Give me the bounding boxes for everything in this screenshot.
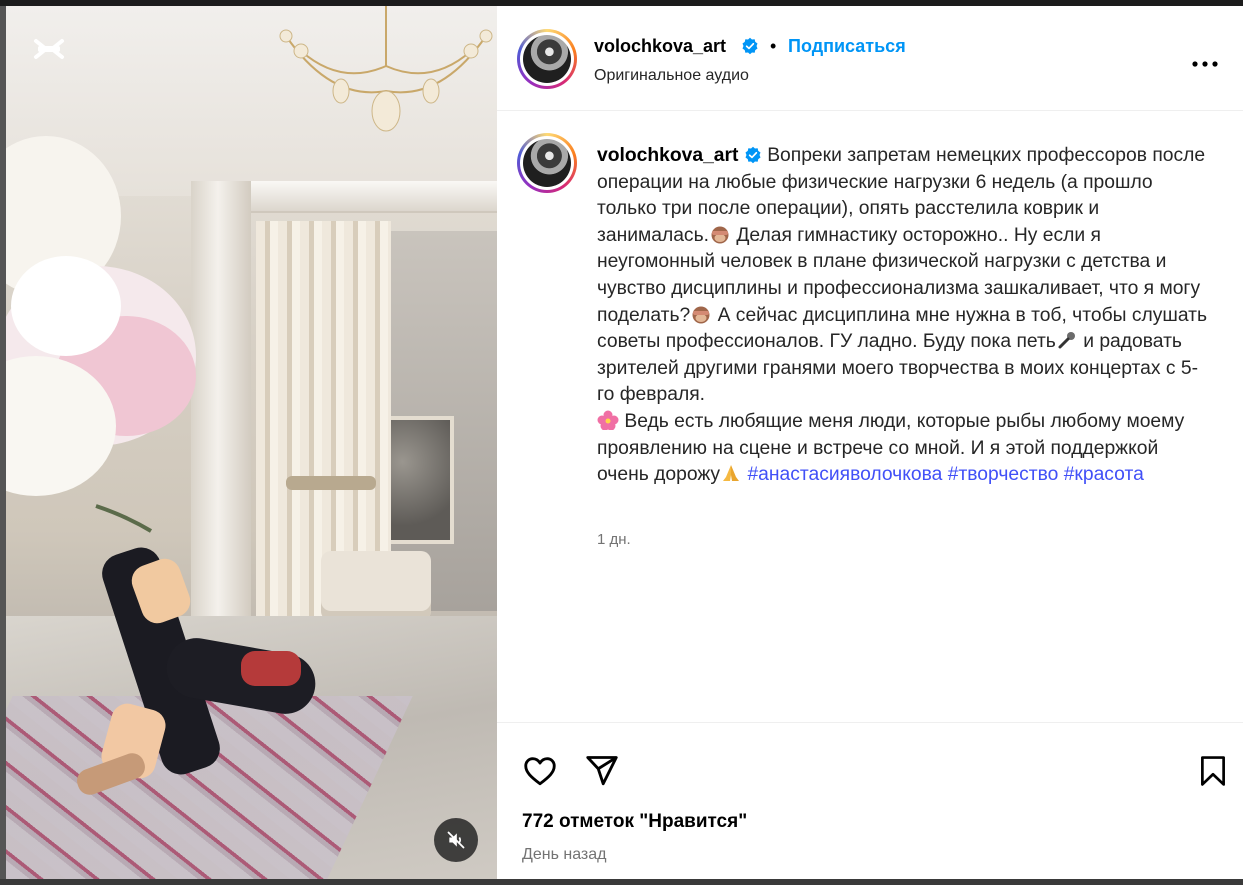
- more-options-icon: [1192, 61, 1218, 67]
- bookmark-icon: [1201, 756, 1225, 786]
- see-no-evil-monkey-icon: [711, 226, 729, 244]
- avatar-border: [520, 136, 574, 190]
- post-details-panel: volochkova_art • Подписаться Оригинально…: [497, 6, 1243, 879]
- avatar[interactable]: [517, 29, 577, 89]
- post-modal: volochkova_art • Подписаться Оригинально…: [6, 6, 1243, 879]
- post-caption: volochkova_art Вопреки запретам немецких…: [597, 143, 1207, 489]
- video-scene-flower: [6, 136, 196, 533]
- verified-badge-icon: [745, 146, 761, 164]
- share-icon: [586, 756, 618, 786]
- post-header: volochkova_art • Подписаться Оригинально…: [497, 6, 1243, 111]
- caption-timestamp[interactable]: 1 дн.: [597, 531, 631, 548]
- video-scene-chandelier: [279, 6, 493, 132]
- hashtag-link[interactable]: #творчество: [948, 464, 1059, 485]
- more-options-button[interactable]: [1189, 52, 1221, 76]
- save-button[interactable]: [1193, 751, 1233, 791]
- header-username[interactable]: volochkova_art: [594, 36, 726, 57]
- avatar-image: [523, 35, 571, 83]
- post-actions: 772 отметок "Нравится" День назад: [497, 722, 1243, 880]
- microphone-icon: [1058, 332, 1075, 349]
- hashtag-link[interactable]: #красота: [1064, 464, 1144, 485]
- header-separator: •: [770, 36, 777, 56]
- like-button[interactable]: [520, 751, 560, 791]
- likes-count[interactable]: 772 отметок "Нравится": [522, 811, 747, 833]
- posted-time: День назад: [522, 846, 607, 863]
- heart-icon: [524, 757, 556, 786]
- video-scene-sofa: [321, 551, 431, 621]
- video-scene-curtain-tie: [286, 476, 376, 490]
- avatar-image: [523, 139, 571, 187]
- hibiscus-icon: [597, 410, 619, 430]
- capcut-logo-icon: [34, 39, 64, 59]
- see-no-evil-monkey-icon: [692, 306, 710, 324]
- caption-username[interactable]: volochkova_art: [597, 145, 738, 166]
- folded-hands-icon: [723, 465, 740, 482]
- verified-badge-icon: [742, 37, 758, 55]
- caption-block: volochkova_art Вопреки запретам немецких…: [497, 110, 1243, 722]
- hashtag-link[interactable]: #анастасияволочкова: [747, 464, 942, 485]
- video-player[interactable]: [6, 6, 497, 879]
- mute-icon: [447, 831, 465, 849]
- share-button[interactable]: [582, 751, 622, 791]
- follow-button[interactable]: Подписаться: [788, 36, 906, 57]
- video-scene-person-top: [241, 651, 301, 686]
- original-audio-link[interactable]: Оригинальное аудио: [594, 67, 749, 85]
- avatar-border: [520, 32, 574, 86]
- video-scene-cornice: [226, 181, 497, 213]
- mute-button[interactable]: [434, 818, 478, 862]
- caption-avatar[interactable]: [517, 133, 577, 193]
